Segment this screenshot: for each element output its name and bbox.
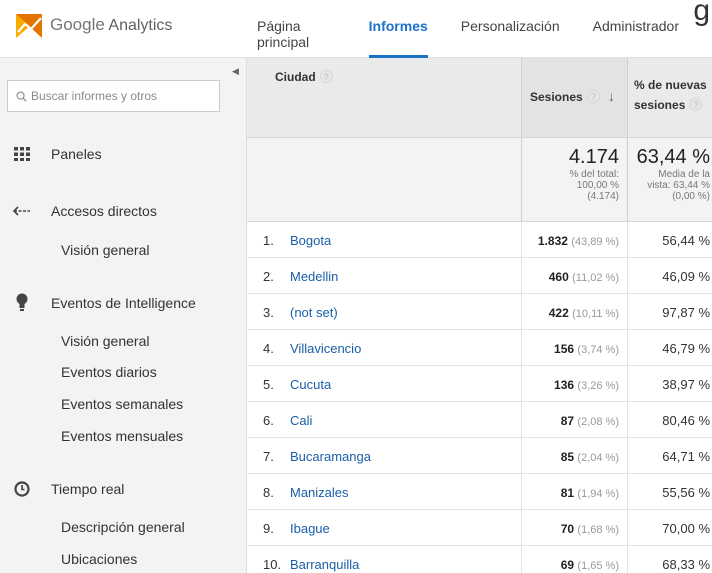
table-row: 10. Barranquilla 69 (1,65 %) 68,33 % (247, 546, 712, 573)
totals-row: 4.174 % del total: 100,00 % (4.174) 63,4… (247, 138, 712, 222)
sort-descending-icon[interactable]: ↓ (608, 89, 615, 104)
new-sessions-cell: 38,97 % (627, 366, 712, 402)
new-sessions-cell: 70,00 % (627, 510, 712, 546)
new-sessions-cell: 46,79 % (627, 330, 712, 366)
table-row: 3. (not set) 422 (10,11 %) 97,87 % (247, 294, 712, 330)
new-sessions-cell: 64,71 % (627, 438, 712, 474)
table-row: 7. Bucaramanga 85 (2,04 %) 64,71 % (247, 438, 712, 474)
nav-pagina-principal[interactable]: Página principal (257, 0, 336, 58)
row-number: 4. (263, 341, 274, 356)
city-link[interactable]: Bucaramanga (290, 449, 371, 464)
column-header-nuevas-sesiones[interactable]: % de nuevas sesiones? (627, 58, 712, 138)
new-sessions-cell: 46,09 % (627, 258, 712, 294)
analytics-logo-icon (14, 10, 44, 40)
nav-administrador[interactable]: Administrador (593, 0, 679, 58)
google-analytics-logo[interactable]: Google Analytics (14, 10, 172, 40)
row-number: 9. (263, 521, 274, 536)
sessions-cell: 69 (1,65 %) (521, 546, 627, 573)
nav-informes[interactable]: Informes (368, 0, 428, 58)
city-link[interactable]: Cucuta (290, 377, 331, 392)
new-sessions-cell: 80,46 % (627, 402, 712, 438)
sessions-cell: 136 (3,26 %) (521, 366, 627, 402)
sessions-cell: 422 (10,11 %) (521, 294, 627, 330)
sidebar-item-ubicaciones[interactable]: Ubicaciones (61, 551, 137, 567)
sidebar-item-paneles[interactable]: Paneles (0, 146, 102, 162)
cropped-letter: g (693, 0, 710, 27)
sidebar-item-accesos-directos[interactable]: Accesos directos (0, 203, 157, 219)
table-row: 8. Manizales 81 (1,94 %) 55,56 % (247, 474, 712, 510)
table-row: 6. Cali 87 (2,08 %) 80,46 % (247, 402, 712, 438)
sidebar-item-eventos-diarios[interactable]: Eventos diarios (61, 364, 157, 380)
search-placeholder: Buscar informes y otros (31, 89, 158, 103)
main-nav: Página principal Informes Personalizació… (257, 0, 712, 58)
row-number: 2. (263, 269, 274, 284)
sessions-cell: 87 (2,08 %) (521, 402, 627, 438)
row-number: 5. (263, 377, 274, 392)
city-link[interactable]: Cali (290, 413, 312, 428)
table-row: 9. Ibague 70 (1,68 %) 70,00 % (247, 510, 712, 546)
new-sessions-cell: 56,44 % (627, 222, 712, 258)
new-sessions-cell: 97,87 % (627, 294, 712, 330)
search-input[interactable]: Buscar informes y otros (7, 80, 220, 112)
sidebar-item-descripcion-general[interactable]: Descripción general (61, 519, 185, 535)
row-number: 1. (263, 233, 274, 248)
table-row: 5. Cucuta 136 (3,26 %) 38,97 % (247, 366, 712, 402)
table-row: 2. Medellin 460 (11,02 %) 46,09 % (247, 258, 712, 294)
total-sessions: 4.174 (568, 146, 619, 168)
column-header-ciudad[interactable]: Ciudad? (247, 58, 521, 138)
city-link[interactable]: Bogota (290, 233, 331, 248)
sidebar-item-accesos-vision-general[interactable]: Visión general (61, 242, 149, 258)
column-header-sesiones[interactable]: Sesiones? ↓ (521, 58, 627, 138)
row-number: 7. (263, 449, 274, 464)
sessions-cell: 156 (3,74 %) (521, 330, 627, 366)
row-number: 8. (263, 485, 274, 500)
city-link[interactable]: Villavicencio (290, 341, 361, 356)
top-bar: Google Analytics Página principal Inform… (0, 0, 712, 58)
sidebar-item-eventos-mensuales[interactable]: Eventos mensuales (61, 428, 183, 444)
new-sessions-cell: 55,56 % (627, 474, 712, 510)
sessions-cell: 81 (1,94 %) (521, 474, 627, 510)
sessions-cell: 1.832 (43,89 %) (521, 222, 627, 258)
city-link[interactable]: Medellin (290, 269, 338, 284)
collapse-sidebar-icon[interactable]: ◀ (232, 66, 239, 77)
sidebar: ◀ Buscar informes y otros Paneles Acceso… (0, 58, 247, 573)
shortcut-arrow-icon (10, 206, 34, 216)
row-number: 6. (263, 413, 274, 428)
row-number: 3. (263, 305, 274, 320)
clock-icon (10, 481, 34, 497)
report-table: Ciudad? Sesiones? ↓ % de nuevas sesiones… (247, 58, 712, 573)
help-icon[interactable]: ? (586, 90, 600, 104)
table-row: 1. Bogota 1.832 (43,89 %) 56,44 % (247, 222, 712, 258)
lightbulb-icon (10, 293, 34, 313)
total-new-sessions: 63,44 % (636, 146, 710, 168)
grid-icon (10, 147, 34, 161)
city-link[interactable]: Ibague (290, 521, 330, 536)
sidebar-item-tiempo-real[interactable]: Tiempo real (0, 481, 124, 497)
logo-brand: Google (50, 15, 105, 34)
city-link[interactable]: Manizales (290, 485, 349, 500)
sessions-cell: 85 (2,04 %) (521, 438, 627, 474)
table-row: 4. Villavicencio 156 (3,74 %) 46,79 % (247, 330, 712, 366)
row-number: 10. (263, 557, 282, 572)
logo-product: Analytics (108, 17, 173, 34)
sidebar-item-eventos-intelligence[interactable]: Eventos de Intelligence (0, 293, 196, 313)
sidebar-item-eventos-vision-general[interactable]: Visión general (61, 333, 149, 349)
search-icon (16, 90, 27, 102)
new-sessions-cell: 68,33 % (627, 546, 712, 573)
city-link[interactable]: Barranquilla (290, 557, 359, 572)
sessions-cell: 70 (1,68 %) (521, 510, 627, 546)
sessions-cell: 460 (11,02 %) (521, 258, 627, 294)
city-link[interactable]: (not set) (290, 305, 338, 320)
help-icon[interactable]: ? (689, 98, 703, 112)
help-icon[interactable]: ? (319, 70, 333, 84)
nav-personalizacion[interactable]: Personalización (461, 0, 560, 58)
sidebar-item-eventos-semanales[interactable]: Eventos semanales (61, 396, 183, 412)
